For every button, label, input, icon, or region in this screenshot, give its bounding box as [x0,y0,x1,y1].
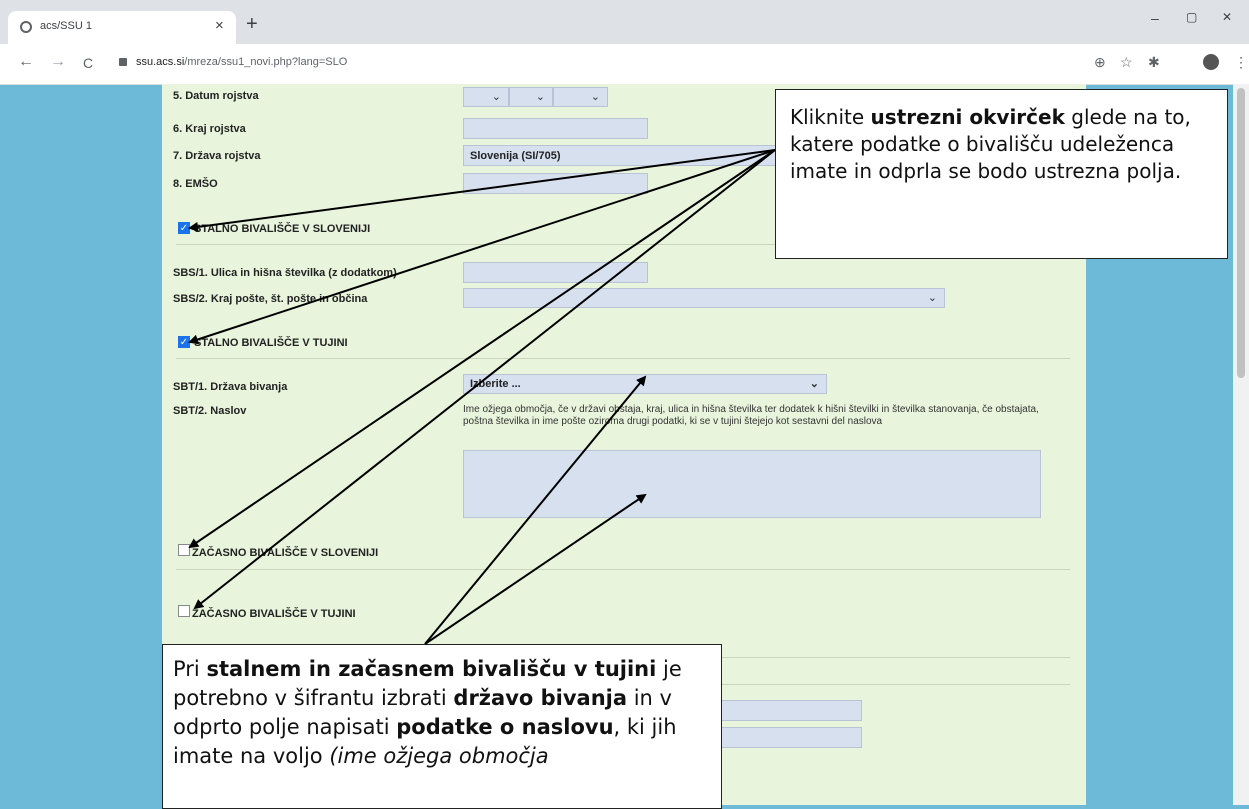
arrow-to-drzava-bivanja [424,375,647,645]
arrow-to-zacasno-tujina [193,149,776,610]
annotation-arrows [188,149,776,645]
arrow-to-zacasno-slovenija [188,149,776,549]
arrow-to-naslov-field [424,493,647,645]
arrow-to-stalno-tujina [188,149,776,345]
arrow-to-stalno-slovenija [188,149,776,232]
